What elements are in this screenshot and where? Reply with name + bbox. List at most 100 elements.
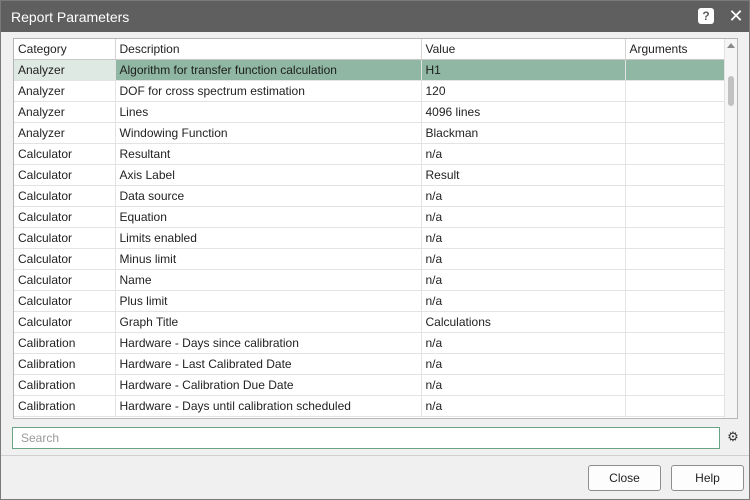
cell-value[interactable]: n/a: [421, 185, 626, 207]
cell-category[interactable]: Analyzer: [14, 80, 116, 102]
cell-arguments[interactable]: [625, 227, 727, 249]
table-row[interactable]: Analyzer DOF for cross spectrum estimatio…: [14, 80, 727, 102]
cell-value[interactable]: 4096 lines: [421, 101, 626, 123]
table-row[interactable]: Calculator Equation n/a: [14, 206, 727, 228]
table-row[interactable]: Calculator Data source n/a: [14, 185, 727, 207]
cell-value[interactable]: n/a: [421, 143, 626, 165]
cell-arguments[interactable]: [625, 332, 727, 354]
close-icon[interactable]: ✕: [726, 5, 746, 27]
cell-description[interactable]: Plus limit: [115, 290, 422, 312]
cell-value[interactable]: n/a: [421, 269, 626, 291]
cell-category[interactable]: Analyzer: [14, 122, 116, 144]
cell-value[interactable]: n/a: [421, 374, 626, 396]
cell-description[interactable]: Minus limit: [115, 248, 422, 270]
cell-arguments[interactable]: [625, 353, 727, 375]
cell-category[interactable]: Calculator: [14, 164, 116, 186]
table-row[interactable]: Analyzer Windowing Function Blackman: [14, 122, 727, 144]
cell-category[interactable]: Calculator: [14, 248, 116, 270]
cell-value[interactable]: n/a: [421, 395, 626, 417]
table-row[interactable]: Calculator Axis Label Result: [14, 164, 727, 186]
cell-description[interactable]: Algorithm for transfer function calculat…: [115, 59, 422, 81]
cell-description[interactable]: Hardware - Calibration Due Date: [115, 374, 422, 396]
table-row[interactable]: Calibration Hardware - Days since calibra…: [14, 332, 727, 354]
help-button[interactable]: Help: [671, 465, 744, 491]
cell-category[interactable]: Analyzer: [14, 59, 116, 81]
table-row[interactable]: Calculator Resultant n/a: [14, 143, 727, 165]
cell-arguments[interactable]: [625, 269, 727, 291]
table-row[interactable]: Calculator Limits enabled n/a: [14, 227, 727, 249]
cell-category[interactable]: Calculator: [14, 311, 116, 333]
title-bar[interactable]: Report Parameters ? ✕: [1, 1, 749, 32]
scroll-up-arrow-icon[interactable]: [727, 43, 735, 48]
vertical-scrollbar[interactable]: [724, 39, 737, 418]
cell-value[interactable]: H1: [421, 59, 626, 81]
cell-arguments[interactable]: [625, 248, 727, 270]
column-header-category[interactable]: Category: [14, 39, 116, 60]
scrollbar-thumb[interactable]: [728, 76, 734, 106]
cell-category[interactable]: Calibration: [14, 353, 116, 375]
cell-arguments[interactable]: [625, 101, 727, 123]
cell-description[interactable]: Hardware - Last Calibrated Date: [115, 353, 422, 375]
cell-arguments[interactable]: [625, 80, 727, 102]
cell-arguments[interactable]: [625, 395, 727, 417]
table-row[interactable]: Analyzer Lines 4096 lines: [14, 101, 727, 123]
cell-value[interactable]: Calculations: [421, 311, 626, 333]
table-row[interactable]: Calibration Hardware - Calibration Due Da…: [14, 374, 727, 396]
cell-value[interactable]: n/a: [421, 206, 626, 228]
table-row[interactable]: Calculator Minus limit n/a: [14, 248, 727, 270]
cell-category[interactable]: Calculator: [14, 185, 116, 207]
cell-arguments[interactable]: [625, 164, 727, 186]
close-button[interactable]: Close: [588, 465, 661, 491]
cell-category[interactable]: Calibration: [14, 332, 116, 354]
cell-description[interactable]: Hardware - Days until calibration schedu…: [115, 395, 422, 417]
column-header-arguments[interactable]: Arguments: [625, 39, 727, 60]
cell-arguments[interactable]: [625, 374, 727, 396]
cell-description[interactable]: Hardware - Days since calibration: [115, 332, 422, 354]
cell-category[interactable]: Calculator: [14, 206, 116, 228]
cell-value[interactable]: Blackman: [421, 122, 626, 144]
gear-icon[interactable]: ⚙: [726, 430, 740, 444]
cell-category[interactable]: Calculator: [14, 143, 116, 165]
cell-category[interactable]: Calculator: [14, 290, 116, 312]
parameters-table: Category Description Value Arguments Ana…: [14, 39, 727, 417]
cell-description[interactable]: Windowing Function: [115, 122, 422, 144]
cell-arguments[interactable]: [625, 59, 727, 81]
table-row[interactable]: Calculator Graph Title Calculations: [14, 311, 727, 333]
table-row[interactable]: Calculator Name n/a: [14, 269, 727, 291]
cell-arguments[interactable]: [625, 185, 727, 207]
cell-category[interactable]: Calculator: [14, 227, 116, 249]
table-row[interactable]: Calibration Hardware - Days until calibra…: [14, 395, 727, 417]
cell-category[interactable]: Calculator: [14, 269, 116, 291]
table-row[interactable]: Calibration Hardware - Last Calibrated Da…: [14, 353, 727, 375]
help-icon[interactable]: ?: [698, 8, 714, 24]
column-header-value[interactable]: Value: [421, 39, 626, 60]
cell-value[interactable]: n/a: [421, 248, 626, 270]
cell-value[interactable]: n/a: [421, 290, 626, 312]
cell-value[interactable]: Result: [421, 164, 626, 186]
cell-description[interactable]: Equation: [115, 206, 422, 228]
cell-arguments[interactable]: [625, 311, 727, 333]
cell-category[interactable]: Calibration: [14, 374, 116, 396]
search-input[interactable]: [12, 427, 720, 449]
cell-description[interactable]: Limits enabled: [115, 227, 422, 249]
cell-value[interactable]: n/a: [421, 227, 626, 249]
table-row[interactable]: Calculator Plus limit n/a: [14, 290, 727, 312]
cell-description[interactable]: Name: [115, 269, 422, 291]
cell-arguments[interactable]: [625, 122, 727, 144]
cell-arguments[interactable]: [625, 290, 727, 312]
cell-arguments[interactable]: [625, 143, 727, 165]
cell-description[interactable]: Graph Title: [115, 311, 422, 333]
table-row[interactable]: Analyzer Algorithm for transfer function …: [14, 59, 727, 81]
cell-category[interactable]: Analyzer: [14, 101, 116, 123]
cell-description[interactable]: Resultant: [115, 143, 422, 165]
cell-category[interactable]: Calibration: [14, 395, 116, 417]
cell-description[interactable]: Axis Label: [115, 164, 422, 186]
cell-arguments[interactable]: [625, 206, 727, 228]
cell-description[interactable]: DOF for cross spectrum estimation: [115, 80, 422, 102]
cell-value[interactable]: n/a: [421, 353, 626, 375]
cell-description[interactable]: Lines: [115, 101, 422, 123]
cell-value[interactable]: 120: [421, 80, 626, 102]
cell-description[interactable]: Data source: [115, 185, 422, 207]
cell-value[interactable]: n/a: [421, 332, 626, 354]
column-header-description[interactable]: Description: [115, 39, 422, 60]
